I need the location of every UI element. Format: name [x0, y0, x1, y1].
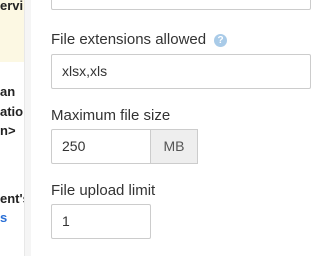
upload-settings-form: File extensions allowed? xlsx,xls Maximu… — [31, 0, 311, 256]
previous-field-input[interactable] — [51, 0, 311, 10]
file-extensions-label-text: File extensions allowed — [51, 31, 207, 48]
sidebar-link-fragment[interactable]: s — [0, 210, 7, 226]
sidebar-text-fragment: an — [0, 84, 16, 99]
question-circle-icon[interactable]: ? — [214, 34, 228, 47]
file-extensions-input[interactable]: xlsx,xls — [51, 54, 311, 89]
file-upload-limit-label: File upload limit — [51, 182, 156, 199]
sidebar-text-fragment: n> — [0, 123, 16, 138]
max-file-size-input[interactable]: 250 — [51, 129, 151, 164]
file-extensions-label: File extensions allowed? — [51, 31, 228, 48]
sidebar-text-fragment: ervi — [0, 0, 24, 13]
left-sidebar-clipped: ervi an ation n> ent's s — [0, 0, 31, 256]
sidebar-divider — [24, 0, 31, 256]
file-upload-limit-input[interactable]: 1 — [51, 204, 151, 239]
file-size-unit-addon: MB — [151, 129, 198, 164]
max-file-size-label: Maximum file size — [51, 107, 171, 124]
